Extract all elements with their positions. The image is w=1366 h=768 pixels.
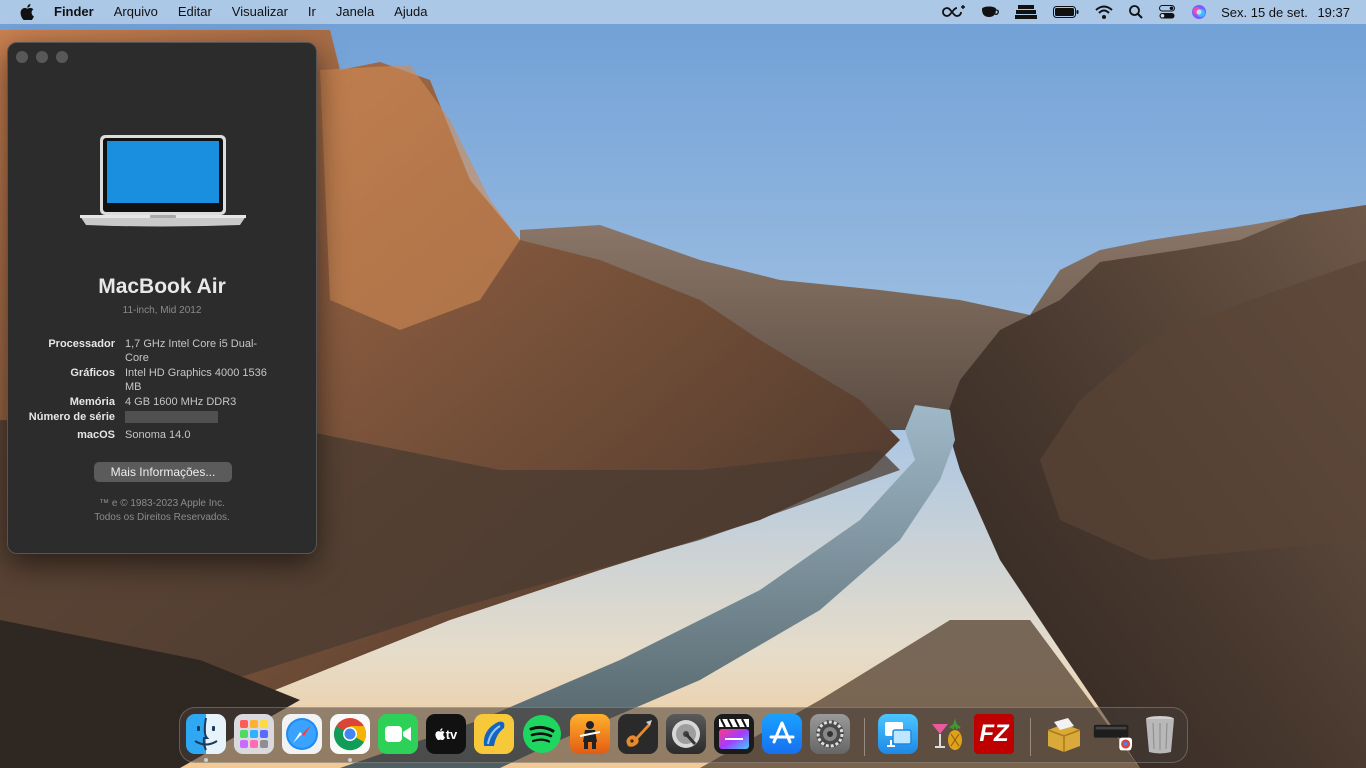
copyright-text: ™ e © 1983-2023 Apple Inc. Todos os Dire…: [8, 497, 316, 525]
menu-ajuda[interactable]: Ajuda: [384, 0, 437, 24]
copyright-line: Todos os Direitos Reservados.: [94, 512, 230, 523]
menu-bar: Finder Arquivo Editar Visualizar Ir Jane…: [0, 0, 1366, 24]
filezilla-icon[interactable]: FZ: [974, 714, 1014, 754]
stack-icon[interactable]: [1015, 0, 1038, 24]
filezilla-label: FZ: [979, 720, 1009, 747]
siri-icon[interactable]: [1191, 0, 1207, 24]
coffee-cup-icon[interactable]: [981, 0, 999, 24]
more-info-button[interactable]: Mais Informações...: [94, 462, 232, 482]
battery-icon[interactable]: [1053, 0, 1079, 24]
spec-label: Processador: [48, 338, 115, 350]
trash-icon[interactable]: [1140, 714, 1180, 754]
spec-label: macOS: [77, 429, 115, 441]
wifi-icon[interactable]: [1095, 0, 1113, 24]
menu-janela[interactable]: Janela: [326, 0, 384, 24]
search-icon[interactable]: [1129, 0, 1143, 24]
minimize-button[interactable]: [36, 51, 48, 63]
menu-arquivo[interactable]: Arquivo: [104, 0, 168, 24]
safari-icon[interactable]: [282, 714, 322, 754]
spec-label: Memória: [69, 396, 115, 408]
cocktail-icon[interactable]: [926, 714, 966, 754]
window-controls: [16, 51, 76, 63]
spec-value: 1,7 GHz Intel Core i5 Dual-Core: [125, 338, 258, 364]
menu-ir[interactable]: Ir: [298, 0, 326, 24]
model-name: MacBook Air: [98, 275, 226, 298]
spec-row-memory: Memória 4 GB 1600 MHz DDR3: [8, 395, 316, 409]
specs-table: Processador 1,7 GHz Intel Core i5 Dual-C…: [8, 337, 316, 443]
zoom-button[interactable]: [56, 51, 68, 63]
clock-date: Sex. 15 de set.: [1221, 4, 1308, 20]
model-detail: 11-inch, Mid 2012: [122, 305, 202, 316]
tv-label: tv: [445, 726, 458, 742]
menu-clock[interactable]: Sex. 15 de set. 19:37: [1221, 5, 1350, 20]
dock-separator: [864, 718, 865, 756]
menu-app-name[interactable]: Finder: [54, 0, 104, 24]
final-cut-pro-icon[interactable]: [714, 714, 754, 754]
spec-row-processor: Processador 1,7 GHz Intel Core i5 Dual-C…: [8, 337, 316, 365]
close-button[interactable]: [16, 51, 28, 63]
apple-tv-icon[interactable]: tv: [426, 714, 466, 754]
infinity-plus-icon[interactable]: [937, 0, 966, 24]
archive-icon[interactable]: [1044, 714, 1084, 754]
dock-separator: [1030, 718, 1031, 756]
garageband-icon[interactable]: [618, 714, 658, 754]
macbook-air-image: [80, 135, 246, 232]
menu-editar[interactable]: Editar: [168, 0, 222, 24]
spec-label: Número de série: [28, 411, 115, 423]
copyright-line: ™ e © 1983-2023 Apple Inc.: [99, 498, 225, 509]
spec-row-serial: Número de série: [8, 410, 316, 427]
spec-row-macos: macOS Sonoma 14.0: [8, 428, 316, 442]
menu-visualizar[interactable]: Visualizar: [222, 0, 298, 24]
chrome-icon[interactable]: [330, 714, 370, 754]
sketchbook-icon[interactable]: [474, 714, 514, 754]
spec-label: Gráficos: [70, 367, 115, 379]
spec-value-serial: [125, 410, 275, 427]
spotify-icon[interactable]: [522, 714, 562, 754]
spec-value: Sonoma 14.0: [125, 429, 191, 441]
screen-sharing-icon[interactable]: [878, 714, 918, 754]
spec-value: 4 GB 1600 MHz DDR3: [125, 396, 237, 408]
finder-icon[interactable]: [186, 714, 226, 754]
disk-utility-icon[interactable]: [666, 714, 706, 754]
dock: tv FZ: [179, 707, 1188, 763]
running-indicator: [348, 758, 352, 762]
serial-redaction: [125, 411, 218, 423]
app-store-icon[interactable]: [762, 714, 802, 754]
spec-row-graphics: Gráficos Intel HD Graphics 4000 1536 MB: [8, 366, 316, 394]
system-settings-icon[interactable]: [810, 714, 850, 754]
chrome-apps-folder-icon[interactable]: [1092, 714, 1132, 754]
clock-time: 19:37: [1317, 4, 1350, 20]
running-indicator: [204, 758, 208, 762]
apple-menu-icon[interactable]: [18, 3, 36, 21]
spec-value: Intel HD Graphics 4000 1536 MB: [125, 367, 267, 393]
about-this-mac-window: MacBook Air 11-inch, Mid 2012 Processado…: [7, 42, 317, 554]
facetime-icon[interactable]: [378, 714, 418, 754]
control-center-icon[interactable]: [1159, 0, 1176, 24]
mainstage-icon[interactable]: [570, 714, 610, 754]
launchpad-icon[interactable]: [234, 714, 274, 754]
